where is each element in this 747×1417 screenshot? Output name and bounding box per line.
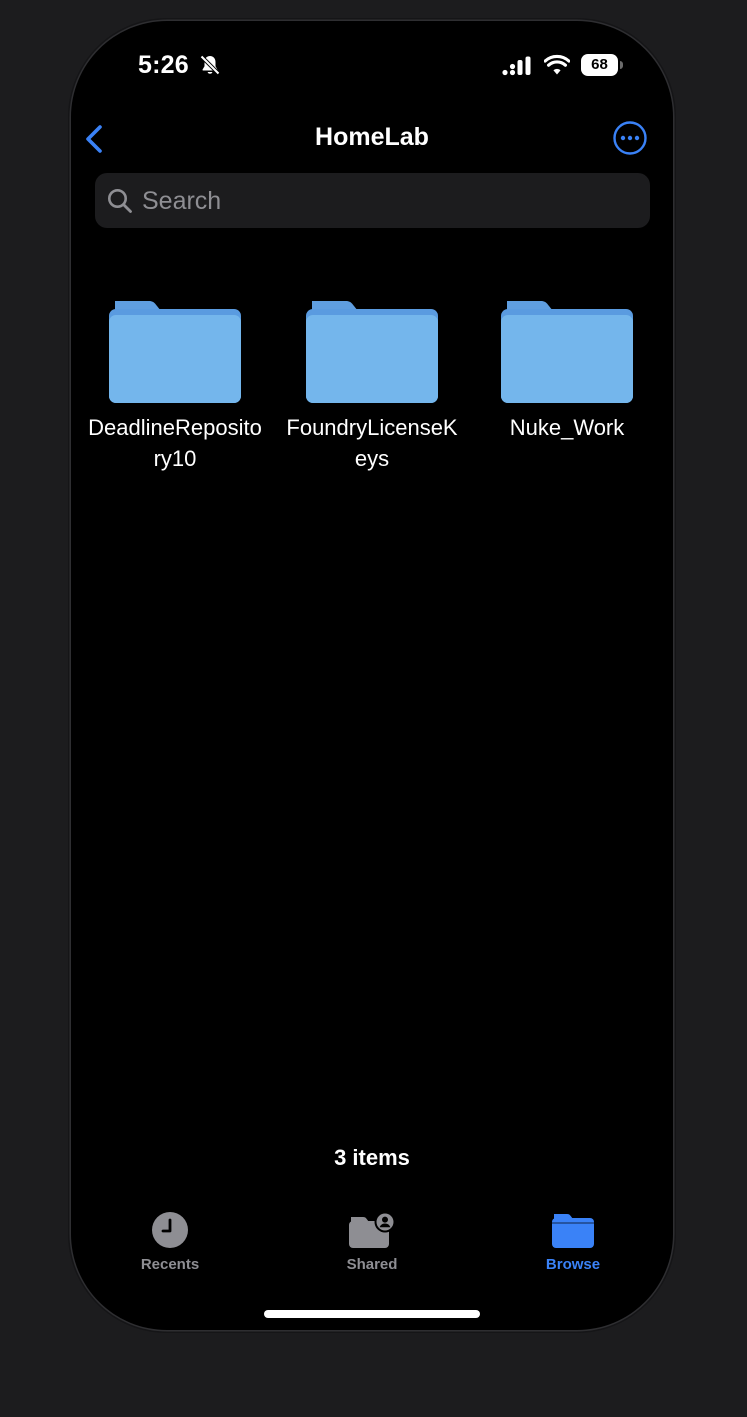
battery-nub [620, 61, 623, 69]
search-bar[interactable] [95, 173, 650, 228]
folder-icon [552, 1214, 594, 1248]
battery-icon: 68 [581, 54, 618, 76]
folder-icon [501, 301, 633, 403]
search-input[interactable] [142, 181, 632, 221]
wifi-icon [544, 54, 570, 75]
tab-label: Shared [346, 1256, 398, 1273]
shared-folder-icon [349, 1211, 396, 1248]
tab-recents[interactable]: Recents [100, 1211, 240, 1273]
page-title: HomeLab [315, 123, 429, 151]
tab-label: Recents [140, 1256, 200, 1273]
clock-icon [152, 1212, 188, 1248]
folder-icon [306, 301, 438, 403]
folder-item-deadlinerepository10[interactable]: DeadlineRepository10 [77, 299, 273, 474]
items-count: 3 items [334, 1145, 410, 1170]
bell-slash-icon [200, 55, 220, 75]
more-options-button[interactable] [612, 120, 648, 156]
ellipsis-circle-icon [613, 121, 647, 155]
folder-name: DeadlineRepository10 [88, 415, 262, 471]
folder-item-foundrylicensekeys[interactable]: FoundryLicenseKeys [274, 299, 470, 474]
cellular-signal-icon [502, 56, 531, 76]
phone-screen: 5:26 68 HomeLab Search DeadlineRepositor… [71, 21, 673, 1330]
folder-icon [109, 301, 241, 403]
folder-item-nuke-work[interactable]: Nuke_Work [469, 299, 665, 443]
folder-name: Nuke_Work [509, 415, 625, 440]
status-time: 5:26 [138, 51, 189, 79]
tab-label: Browse [545, 1256, 601, 1273]
folder-name: FoundryLicenseKeys [286, 415, 458, 471]
search-icon [108, 189, 132, 213]
tab-browse[interactable]: Browse [503, 1211, 643, 1273]
tab-shared[interactable]: Shared [302, 1211, 442, 1273]
home-indicator[interactable] [264, 1310, 480, 1318]
